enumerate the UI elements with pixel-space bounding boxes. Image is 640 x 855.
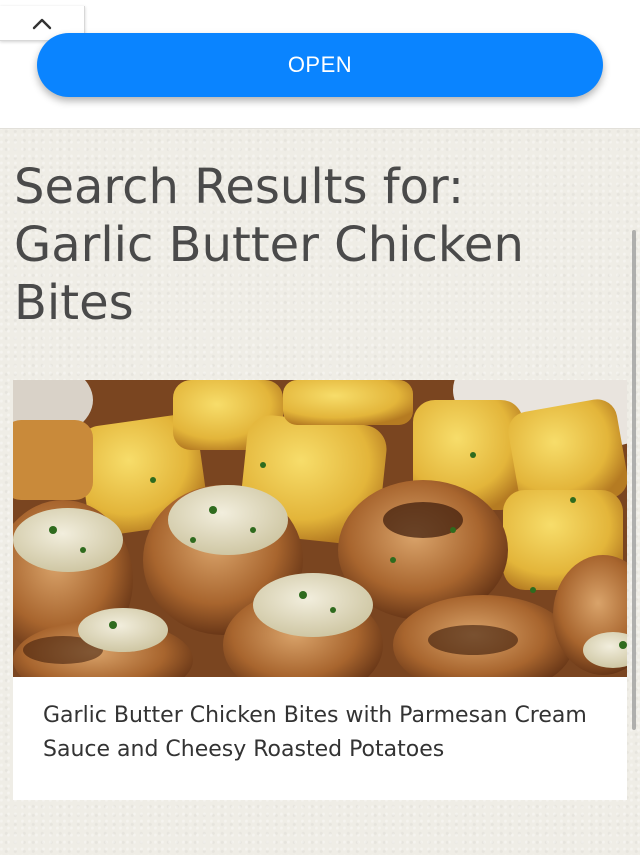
result-title[interactable]: Garlic Butter Chicken Bites with Parmesa… [13,677,627,767]
open-button[interactable]: OPEN [37,33,603,97]
result-card[interactable]: Garlic Butter Chicken Bites with Parmesa… [13,380,627,800]
page-title: Search Results for: Garlic Butter Chicke… [14,159,524,331]
ad-banner: OPEN [0,0,640,129]
scrollbar[interactable] [632,230,636,730]
result-image[interactable] [13,380,627,677]
chevron-up-icon [31,16,53,30]
